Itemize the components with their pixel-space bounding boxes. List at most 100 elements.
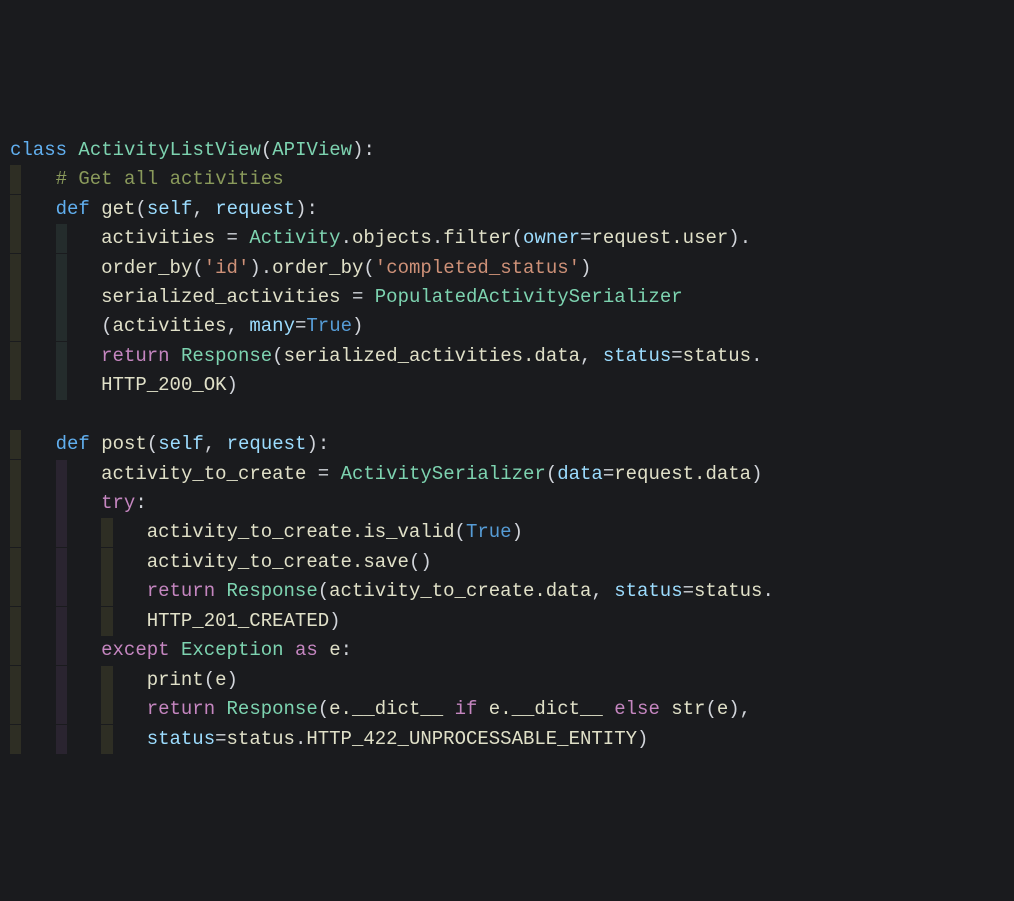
token: , (192, 198, 215, 220)
token: filter (443, 227, 511, 249)
token: ): (295, 198, 318, 220)
token: many (249, 315, 295, 337)
token: ( (135, 198, 146, 220)
token: ( (101, 315, 112, 337)
indent-guides (10, 577, 147, 606)
code-line[interactable] (10, 401, 1004, 430)
code-tokens: class ActivityListView(APIView): (10, 136, 375, 165)
token: ) (580, 257, 591, 279)
token: = (603, 463, 614, 485)
token: status (683, 345, 751, 367)
indent-guides (10, 518, 147, 547)
code-line[interactable]: HTTP_201_CREATED) (10, 607, 1004, 636)
indent-guides (10, 371, 101, 400)
token: = (683, 580, 694, 602)
token: activities (113, 315, 227, 337)
token (170, 636, 181, 665)
token: activity_to_create (101, 463, 318, 485)
token: ): (352, 139, 375, 161)
code-tokens: return Response(serialized_activities.da… (101, 342, 762, 371)
code-editor[interactable]: class ActivityListView(APIView):# Get al… (10, 136, 1004, 754)
token: status (614, 580, 682, 602)
code-line[interactable]: return Response(serialized_activities.da… (10, 342, 1004, 371)
indent-guides (10, 725, 147, 754)
token: Response (227, 698, 318, 720)
token: ( (546, 463, 557, 485)
token: ( (363, 257, 374, 279)
code-tokens: (activities, many=True) (101, 312, 363, 341)
code-line[interactable]: class ActivityListView(APIView): (10, 136, 1004, 165)
code-line[interactable]: HTTP_200_OK) (10, 371, 1004, 400)
token: ) (329, 610, 340, 632)
code-line[interactable]: order_by('id').order_by('completed_statu… (10, 254, 1004, 283)
code-tokens: return Response(activity_to_create.data,… (147, 577, 774, 606)
token: , (227, 315, 250, 337)
code-line[interactable]: try: (10, 489, 1004, 518)
token (284, 636, 295, 665)
token: ( (512, 227, 523, 249)
code-line[interactable]: return Response(activity_to_create.data,… (10, 577, 1004, 606)
token: status (603, 345, 671, 367)
token: ( (272, 345, 283, 367)
token: : (135, 492, 146, 514)
code-line[interactable]: activity_to_create = ActivitySerializer(… (10, 460, 1004, 489)
token: = (295, 315, 306, 337)
code-line[interactable]: def post(self, request): (10, 430, 1004, 459)
token: e (329, 639, 340, 661)
token: ( (192, 257, 203, 279)
code-tokens: # Get all activities (56, 165, 284, 194)
code-line[interactable]: activity_to_create.is_valid(True) (10, 518, 1004, 547)
token: ). (728, 227, 751, 249)
code-line[interactable]: status=status.HTTP_422_UNPROCESSABLE_ENT… (10, 725, 1004, 754)
token: ( (455, 521, 466, 543)
token: e (717, 698, 728, 720)
token: Response (227, 580, 318, 602)
token: e (215, 669, 226, 691)
token: HTTP_201_CREATED (147, 610, 329, 632)
token: return (147, 698, 215, 720)
code-tokens: activity_to_create.save() (147, 548, 432, 577)
code-tokens: activity_to_create.is_valid(True) (147, 518, 523, 547)
token: self (158, 433, 204, 455)
token: str (671, 698, 705, 720)
code-line[interactable]: except Exception as e: (10, 636, 1004, 665)
code-line[interactable]: return Response(e.__dict__ if e.__dict__… (10, 695, 1004, 724)
code-line[interactable]: serialized_activities = PopulatedActivit… (10, 283, 1004, 312)
token: e.__dict__ (329, 698, 443, 720)
token: activity_to_create.data (329, 580, 591, 602)
token: serialized_activities.data (284, 345, 580, 367)
token: True (466, 521, 512, 543)
indent-guides (10, 636, 101, 665)
token: True (306, 315, 352, 337)
code-line[interactable]: def get(self, request): (10, 195, 1004, 224)
token: = (580, 227, 591, 249)
token: e.__dict__ (489, 698, 603, 720)
token: HTTP_422_UNPROCESSABLE_ENTITY (306, 728, 637, 750)
code-line[interactable]: print(e) (10, 666, 1004, 695)
token: as (295, 639, 318, 661)
token: data (557, 463, 603, 485)
token: request (215, 198, 295, 220)
token: Response (181, 345, 272, 367)
token: activity_to_create. (147, 551, 364, 573)
token: is_valid (363, 521, 454, 543)
code-tokens: print(e) (147, 666, 238, 695)
token (215, 695, 226, 724)
code-tokens: order_by('id').order_by('completed_statu… (101, 254, 591, 283)
token: ) (751, 463, 762, 485)
token: ) (637, 728, 648, 750)
code-tokens: status=status.HTTP_422_UNPROCESSABLE_ENT… (147, 725, 649, 754)
token: def (56, 198, 90, 220)
indent-guides (10, 460, 101, 489)
code-tokens: activity_to_create = ActivitySerializer(… (101, 460, 762, 489)
token: = (352, 286, 375, 308)
code-line[interactable]: activity_to_create.save() (10, 548, 1004, 577)
token: class (10, 139, 67, 161)
code-line[interactable]: activities = Activity.objects.filter(own… (10, 224, 1004, 253)
code-line[interactable]: (activities, many=True) (10, 312, 1004, 341)
code-line[interactable]: # Get all activities (10, 165, 1004, 194)
token: def (56, 433, 90, 455)
token: status (694, 580, 762, 602)
token: . (762, 580, 773, 602)
token: status (147, 728, 215, 750)
